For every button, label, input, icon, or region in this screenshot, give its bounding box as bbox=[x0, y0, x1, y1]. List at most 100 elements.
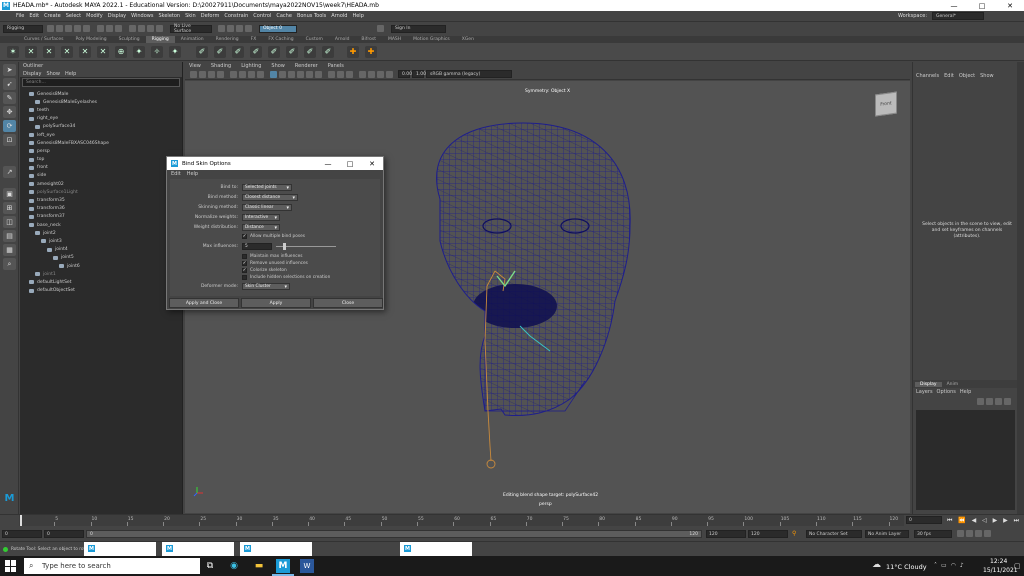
sign-in-button[interactable]: Sign In bbox=[391, 24, 446, 33]
image-plane-icon[interactable] bbox=[217, 70, 224, 78]
shelf-tab-mash[interactable]: MASH bbox=[382, 36, 407, 43]
layer-menu-options[interactable]: Options bbox=[937, 389, 956, 395]
outliner-item[interactable]: joint6 bbox=[20, 262, 182, 270]
color-management-dropdown[interactable]: sRGB gamma (legacy) bbox=[426, 70, 512, 78]
new-layer-icon[interactable] bbox=[995, 397, 1002, 405]
maximize-button[interactable]: □ bbox=[968, 0, 996, 11]
outliner-item[interactable]: left_eye bbox=[20, 131, 182, 139]
shadows-icon[interactable] bbox=[315, 70, 322, 78]
move-layer-up-icon[interactable] bbox=[977, 397, 984, 405]
current-frame-field[interactable]: 0 bbox=[906, 516, 942, 524]
outliner-item[interactable]: joint5 bbox=[20, 254, 182, 262]
side-panel-tabs[interactable] bbox=[1017, 62, 1024, 514]
viewport-menu-panels[interactable]: Panels bbox=[324, 63, 344, 69]
dialog-menu-edit[interactable]: Edit bbox=[171, 171, 181, 177]
outliner-item[interactable]: Genesis8MaleEyelashes bbox=[20, 98, 182, 106]
play-forward-icon[interactable]: ▶ bbox=[993, 517, 998, 524]
shelf-tab-fx-caching[interactable]: FX Caching bbox=[262, 36, 299, 43]
paint-select-icon[interactable]: ✎ bbox=[3, 92, 16, 104]
skinning-method-dropdown[interactable]: Classic linear bbox=[242, 204, 292, 211]
shelf-tab-rendering[interactable]: Rendering bbox=[210, 36, 245, 43]
normalize-weights-dropdown[interactable]: Interactive bbox=[242, 214, 280, 221]
menu-set-dropdown[interactable]: Rigging bbox=[3, 24, 43, 33]
sculpt-deformer-icon[interactable]: ✐ bbox=[286, 45, 298, 58]
notifications-icon[interactable]: ▢ bbox=[1014, 562, 1021, 570]
save-scene-icon[interactable] bbox=[65, 25, 72, 32]
step-back-key-icon[interactable]: ⏪ bbox=[958, 517, 965, 524]
sidebar-toggle-icon[interactable] bbox=[377, 25, 384, 32]
auto-key-icon[interactable]: ⚲ bbox=[792, 530, 800, 538]
minimize-button[interactable]: — bbox=[940, 0, 968, 11]
weather-text[interactable]: 11°C Cloudy bbox=[886, 563, 927, 571]
new-layer-selected-icon[interactable] bbox=[1004, 397, 1011, 405]
render-icon[interactable] bbox=[218, 25, 225, 32]
max-influences-slider-handle[interactable] bbox=[283, 243, 286, 250]
outliner-item[interactable]: joint2 bbox=[20, 229, 182, 237]
window-thumb-2[interactable]: M bbox=[162, 542, 234, 556]
outliner-item[interactable]: defaultLightSet bbox=[20, 278, 182, 286]
bind-skin-icon[interactable]: ⊕ bbox=[115, 45, 127, 58]
select-component-icon[interactable] bbox=[115, 25, 122, 32]
layout-single-icon[interactable]: ▣ bbox=[3, 188, 16, 200]
range-slider[interactable]: 0 120 bbox=[86, 530, 702, 538]
exposure-field[interactable]: 0.00 bbox=[398, 70, 412, 78]
quick-rig-icon[interactable]: ✧ bbox=[151, 45, 163, 58]
gamma-field[interactable]: 1.00 bbox=[412, 70, 426, 78]
menu-bonus-tools[interactable]: Bonus Tools bbox=[297, 13, 326, 19]
anim-end-field[interactable]: 120 bbox=[748, 530, 788, 538]
outliner-item[interactable]: Genesis8Male bbox=[20, 90, 182, 98]
render-settings-icon[interactable] bbox=[236, 25, 243, 32]
menu-cache[interactable]: Cache bbox=[276, 13, 292, 19]
smooth-shade-icon[interactable] bbox=[279, 70, 286, 78]
grid-toggle-icon[interactable] bbox=[230, 70, 237, 78]
resolution-gate-icon[interactable] bbox=[248, 70, 255, 78]
play-backward-icon[interactable]: ◁ bbox=[982, 517, 987, 524]
range-end-field[interactable]: 120 bbox=[706, 530, 746, 538]
channel-menu-object[interactable]: Object bbox=[959, 73, 975, 79]
redo-icon[interactable] bbox=[83, 25, 90, 32]
outliner-item[interactable]: transform37 bbox=[20, 213, 182, 221]
shelf-tab-motion-graphics[interactable]: Motion Graphics bbox=[407, 36, 456, 43]
menu-windows[interactable]: Windows bbox=[131, 13, 153, 19]
magnify-icon[interactable]: ⌕ bbox=[3, 258, 16, 270]
ipr-render-icon[interactable] bbox=[227, 25, 234, 32]
channel-menu-edit[interactable]: Edit bbox=[944, 73, 954, 79]
weather-icon[interactable]: ☁ bbox=[872, 560, 881, 570]
apply-button[interactable]: Apply bbox=[241, 298, 311, 308]
viewport-menu-view[interactable]: View bbox=[185, 63, 201, 69]
outliner-menu-show[interactable]: Show bbox=[46, 71, 60, 77]
shelf-tab-rigging[interactable]: Rigging bbox=[145, 36, 175, 43]
layout-two-icon[interactable]: ◫ bbox=[3, 216, 16, 228]
wifi-icon[interactable]: ◠ bbox=[951, 562, 956, 569]
camera-select-icon[interactable] bbox=[190, 70, 197, 78]
channel-menu-channels[interactable]: Channels bbox=[916, 73, 939, 79]
outliner-item[interactable]: persp bbox=[20, 147, 182, 155]
menu-constrain[interactable]: Constrain bbox=[224, 13, 248, 19]
snap-surface-icon[interactable] bbox=[156, 25, 163, 32]
xray-active-icon[interactable] bbox=[386, 70, 393, 78]
select-object-icon[interactable] bbox=[106, 25, 113, 32]
max-influences-field[interactable]: 5 bbox=[242, 243, 272, 250]
isolate-icon[interactable] bbox=[359, 70, 366, 78]
layer-menu-help[interactable]: Help bbox=[960, 389, 971, 395]
fps-dropdown[interactable]: 30 fps bbox=[914, 530, 952, 538]
task-view-icon[interactable]: ⧉ bbox=[203, 559, 217, 573]
menu-deform[interactable]: Deform bbox=[201, 13, 220, 19]
outliner-item[interactable]: teeth bbox=[20, 106, 182, 114]
go-to-end-icon[interactable]: ⏭ bbox=[1014, 517, 1019, 525]
wire-icon[interactable]: ✐ bbox=[268, 45, 280, 58]
menu-create[interactable]: Create bbox=[44, 13, 61, 19]
network-icon[interactable]: ▭ bbox=[941, 562, 947, 569]
cluster-icon[interactable]: ✐ bbox=[196, 45, 208, 58]
gate-mask-icon[interactable] bbox=[257, 70, 264, 78]
anim-prefs-icon[interactable] bbox=[975, 530, 982, 537]
lasso-tool-icon[interactable]: ➹ bbox=[3, 78, 16, 90]
insert-joint-icon[interactable]: ✕ bbox=[61, 45, 73, 58]
menu-skin[interactable]: Skin bbox=[185, 13, 196, 19]
shelf-tab-fx[interactable]: FX bbox=[245, 36, 263, 43]
outliner-item[interactable]: transform36 bbox=[20, 205, 182, 213]
viewport-menu-show[interactable]: Show bbox=[267, 63, 285, 69]
viewport-menu-lighting[interactable]: Lighting bbox=[237, 63, 261, 69]
blend-shape-icon[interactable]: ✐ bbox=[232, 45, 244, 58]
outliner-item[interactable]: base_neck bbox=[20, 221, 182, 229]
